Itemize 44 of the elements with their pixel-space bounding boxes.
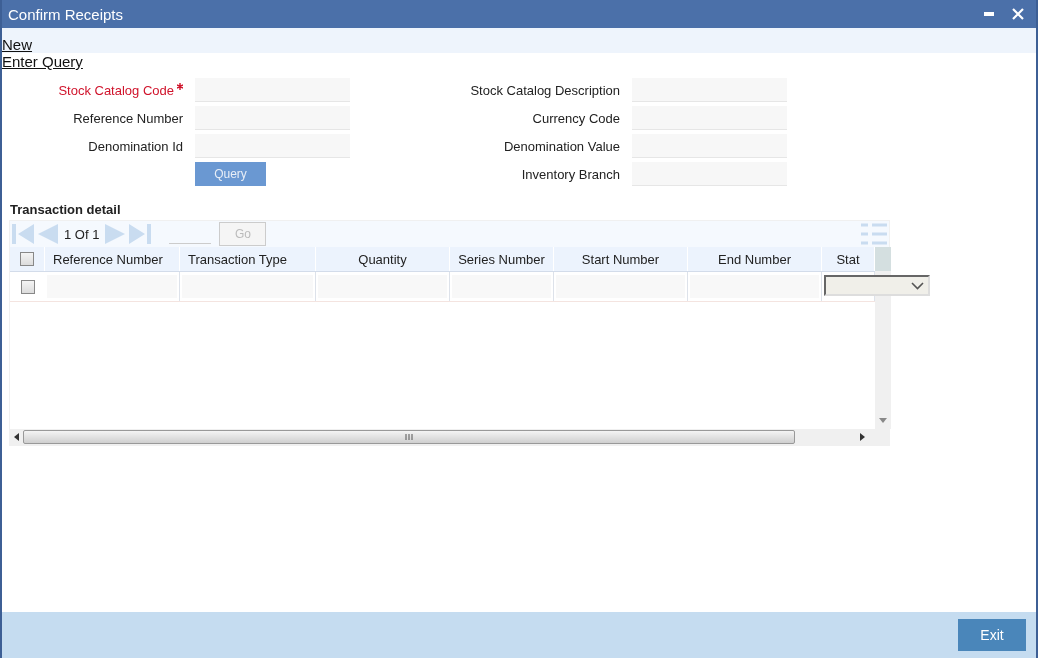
input-field[interactable] [195,106,350,130]
scrollbar-thumb[interactable] [875,247,891,271]
checkbox[interactable] [20,279,35,294]
input-field[interactable] [632,78,787,102]
exit-button[interactable]: Exit [958,619,1026,651]
close-icon[interactable] [1012,8,1024,20]
field-label: Inventory Branch [520,166,620,182]
page-indicator: 1 Of 1 [64,226,100,242]
field-label: Denomination Id [87,138,183,154]
field-label: Denomination Value [502,138,620,154]
scroll-down-icon[interactable] [879,418,887,423]
input-field[interactable] [195,134,350,158]
scrollbar-thumb[interactable] [23,430,795,444]
new-link[interactable]: New [2,36,32,53]
column-header[interactable]: End Number [718,251,791,267]
window-title: Confirm Receipts [8,5,124,23]
minimize-icon[interactable] [984,12,994,16]
list-view-icon[interactable] [861,223,887,245]
previous-page-icon[interactable] [38,224,58,244]
first-page-icon[interactable] [12,224,34,244]
required-icon [177,82,183,90]
checkbox[interactable] [20,252,34,266]
column-header[interactable]: Reference Number [53,251,163,267]
scroll-left-icon[interactable] [14,433,19,441]
column-header[interactable]: Quantity [358,251,407,267]
column-header[interactable]: Series Number [458,251,545,267]
field-label: Stock Catalog Code [2,82,183,98]
scroll-right-icon[interactable] [860,433,865,441]
column-header[interactable]: Transaction Type [188,251,287,267]
section-title: Transaction detail [9,202,122,219]
input-field[interactable] [195,78,350,102]
field-label: Currency Code [531,110,620,126]
column-header[interactable]: Start Number [581,251,660,267]
field-label: Stock Catalog Description [469,82,620,98]
input-field[interactable] [632,134,787,158]
chevron-down-icon [911,281,924,290]
input-field[interactable] [632,162,787,186]
field-label: Reference Number [72,110,183,126]
column-header[interactable]: Stat [836,251,860,267]
next-page-icon[interactable] [105,224,126,244]
dropdown[interactable] [824,275,930,296]
last-page-icon[interactable] [129,224,152,244]
input-field[interactable] [632,106,787,130]
enter-query-link[interactable]: Enter Query [2,53,83,70]
